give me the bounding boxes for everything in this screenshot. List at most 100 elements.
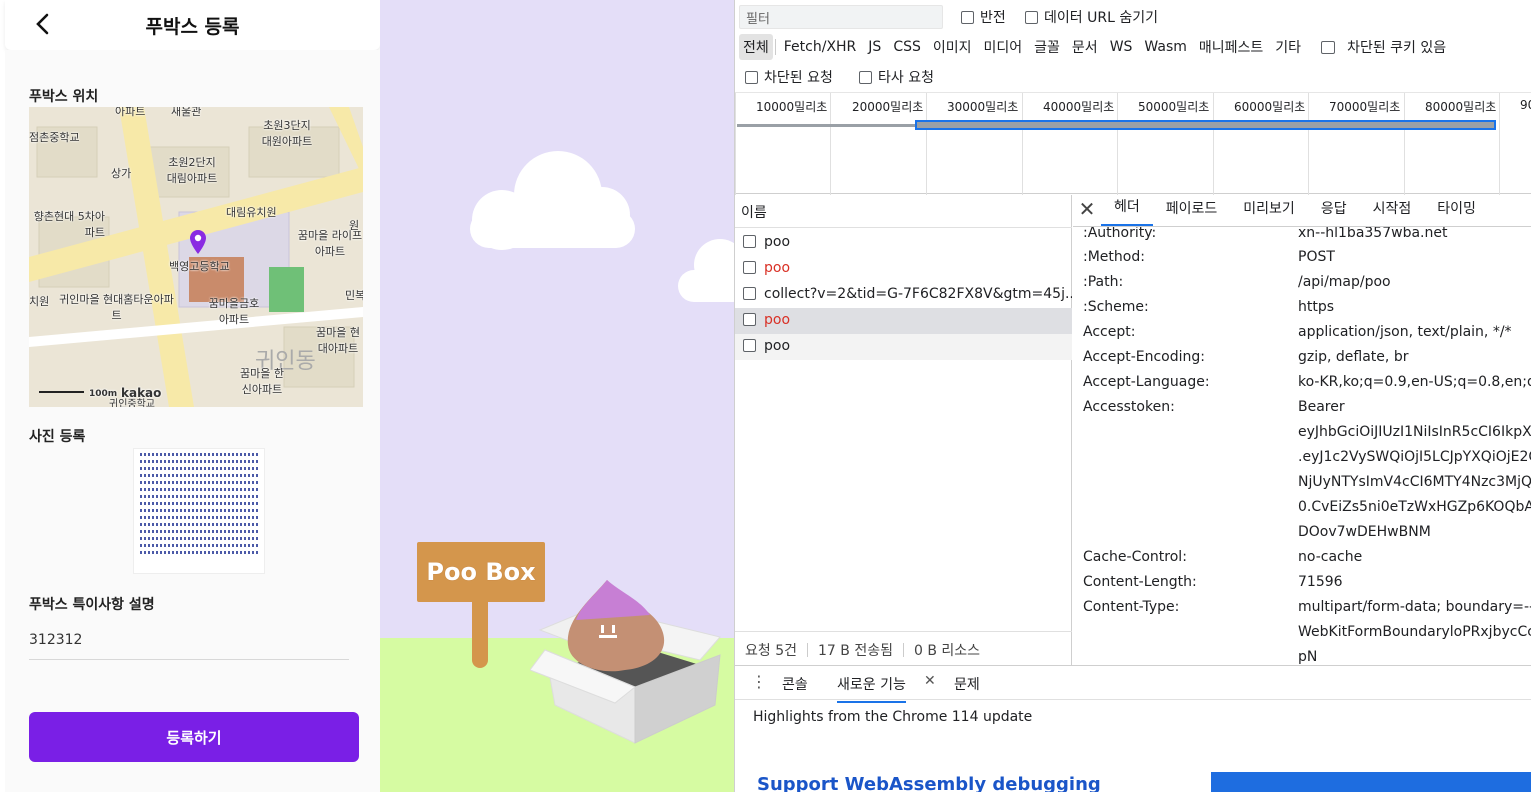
- map-label: 백영고등학교: [169, 260, 230, 273]
- request-name: collect?v=2&tid=G-7F6C82FX8V&gtm=45j...: [764, 286, 1072, 302]
- drawer-tabs: ⋮ 콘솔 새로운 기능 ✕ 문제: [735, 666, 1531, 703]
- resource-type-filters: 전체 Fetch/XHR JS CSS 이미지 미디어 글꼴 문서 WS Was…: [739, 34, 1458, 60]
- filter-image[interactable]: 이미지: [927, 37, 978, 57]
- map-label: 초원2단지 대림아파트: [166, 156, 218, 185]
- header-value: ko-KR,ko;q=0.9,en-US;q=0.8,en;q=0: [1298, 374, 1531, 390]
- tab-issues[interactable]: 문제: [954, 674, 980, 694]
- filter-other[interactable]: 기타: [1269, 37, 1307, 57]
- invert-label: 반전: [980, 10, 1006, 26]
- timeline-tick: 90: [1520, 98, 1531, 112]
- tab-console[interactable]: 콘솔: [782, 674, 808, 694]
- request-name: poo: [764, 338, 791, 354]
- map-label: 꿈마을금호 아파트: [208, 297, 260, 326]
- close-icon[interactable]: ✕: [1073, 197, 1101, 226]
- map-label: 대림유치원: [226, 206, 277, 219]
- map-label: 꿈마을 한신아파트: [240, 367, 284, 396]
- checkbox-icon[interactable]: [745, 71, 758, 84]
- header-value: pN: [1298, 649, 1318, 665]
- request-detail-pane: :Authority: xn--hl1ba357wba.net ✕ 헤더 페이로…: [1073, 195, 1531, 665]
- checkbox-icon[interactable]: [743, 313, 756, 326]
- header-value: /api/map/poo: [1298, 274, 1391, 290]
- blocked-cookies-checkbox[interactable]: 차단된 쿠키 있음: [1307, 37, 1458, 57]
- filter-input[interactable]: 필터: [739, 5, 943, 29]
- tab-whats-new[interactable]: 새로운 기능: [837, 674, 906, 703]
- timeline-tick: 80000밀리초: [1425, 100, 1497, 114]
- hide-data-urls-checkbox[interactable]: 데이터 URL 숨기기: [1025, 7, 1158, 27]
- checkbox-icon[interactable]: [1321, 41, 1336, 54]
- detail-tabs: ✕ 헤더 페이로드 미리보기 응답 시작점 타이밍: [1073, 195, 1531, 227]
- more-options-icon[interactable]: ⋮: [751, 672, 767, 691]
- header-key: Content-Length:: [1083, 574, 1197, 590]
- request-row-selected[interactable]: poo: [735, 308, 1072, 334]
- timeline-selection[interactable]: [915, 120, 1496, 130]
- header-value: POST: [1298, 249, 1335, 265]
- filter-ws[interactable]: WS: [1104, 39, 1139, 55]
- header-value: https: [1298, 299, 1335, 315]
- request-row[interactable]: poo: [735, 334, 1072, 360]
- network-timeline[interactable]: 10000밀리초 20000밀리초 30000밀리초 40000밀리초 5000…: [735, 92, 1531, 195]
- filter-wasm[interactable]: Wasm: [1138, 39, 1192, 55]
- header-value: no-cache: [1298, 549, 1363, 565]
- header-key: Content-Type:: [1083, 599, 1180, 615]
- timeline-tick: 20000밀리초: [852, 100, 924, 114]
- filter-doc[interactable]: 문서: [1066, 37, 1104, 57]
- header-value: 71596: [1298, 574, 1343, 590]
- header-key: :Method:: [1083, 249, 1145, 265]
- checkbox-icon[interactable]: [1025, 11, 1038, 24]
- request-name: poo: [764, 260, 791, 276]
- request-name: poo: [764, 312, 791, 328]
- filter-manifest[interactable]: 매니페스트: [1193, 37, 1269, 57]
- tab-timing[interactable]: 타이밍: [1424, 198, 1489, 226]
- request-row[interactable]: poo: [735, 256, 1072, 282]
- header-value: NjUyNTYsImV4cCI6MTY4Nzc3MjQ1: [1298, 474, 1531, 490]
- checkbox-icon[interactable]: [743, 339, 756, 352]
- name-column-header[interactable]: 이름: [735, 195, 1072, 228]
- filter-js[interactable]: JS: [862, 39, 887, 55]
- description-input[interactable]: 312312: [29, 628, 349, 660]
- checkbox-icon[interactable]: [961, 11, 974, 24]
- tab-payload[interactable]: 페이로드: [1153, 198, 1231, 226]
- header-key: Accept-Language:: [1083, 374, 1210, 390]
- map-label: 아파트: [115, 107, 146, 118]
- header-key: Accept-Encoding:: [1083, 349, 1206, 365]
- mobile-form-panel: 푸박스 등록 푸박스 위치 아파트 새울관 점촌중학교 초원3단지 대원아파트 …: [0, 0, 380, 792]
- close-tab-icon[interactable]: ✕: [924, 673, 936, 689]
- article-title[interactable]: Support WebAssembly debugging: [757, 774, 1101, 792]
- checkbox-icon[interactable]: [859, 71, 872, 84]
- resource-size: 0 B 리소스: [913, 643, 981, 659]
- header-value: Bearer: [1298, 399, 1345, 415]
- map-label: 원: [349, 219, 360, 232]
- photo-thumbnail[interactable]: [133, 448, 265, 574]
- filter-fetch-xhr[interactable]: Fetch/XHR: [778, 39, 863, 55]
- request-name: poo: [764, 234, 791, 250]
- blocked-requests-checkbox[interactable]: 차단된 요청: [745, 67, 833, 87]
- filter-media[interactable]: 미디어: [978, 37, 1029, 57]
- map-label: 초원3단지 대원아파트: [261, 119, 313, 148]
- checkbox-icon[interactable]: [743, 261, 756, 274]
- hide-data-urls-label: 데이터 URL 숨기기: [1044, 10, 1158, 26]
- location-map[interactable]: 아파트 새울관 점촌중학교 초원3단지 대원아파트 상가 초원2단지 대림아파트…: [29, 107, 363, 407]
- location-label: 푸박스 위치: [29, 89, 99, 105]
- status-bar: 요청 5건 17 B 전송됨 0 B 리소스: [735, 631, 1072, 665]
- filter-all[interactable]: 전체: [739, 34, 773, 60]
- filter-css[interactable]: CSS: [887, 39, 927, 55]
- tab-initiator[interactable]: 시작점: [1360, 198, 1425, 226]
- poo-box-icon: [530, 580, 721, 744]
- filter-font[interactable]: 글꼴: [1028, 37, 1066, 57]
- header-value: gzip, deflate, br: [1298, 349, 1409, 365]
- third-party-checkbox[interactable]: 타사 요청: [859, 67, 934, 87]
- header-key: :Scheme:: [1083, 299, 1149, 315]
- invert-checkbox[interactable]: 반전: [961, 7, 1006, 27]
- tab-headers[interactable]: 헤더: [1101, 196, 1153, 226]
- sign-post: [472, 600, 488, 668]
- checkbox-icon[interactable]: [743, 287, 756, 300]
- map-label: 민복: [345, 289, 363, 302]
- checkbox-icon[interactable]: [743, 235, 756, 248]
- third-party-label: 타사 요청: [878, 70, 934, 86]
- submit-button[interactable]: 등록하기: [29, 712, 359, 762]
- request-row[interactable]: poo: [735, 230, 1072, 256]
- tab-preview[interactable]: 미리보기: [1230, 198, 1308, 226]
- form-body: 푸박스 위치 아파트 새울관 점촌중학교 초원3단지 대원아파트 상가 초원2단…: [5, 50, 380, 792]
- request-row[interactable]: collect?v=2&tid=G-7F6C82FX8V&gtm=45j...: [735, 282, 1072, 308]
- tab-response[interactable]: 응답: [1308, 198, 1360, 226]
